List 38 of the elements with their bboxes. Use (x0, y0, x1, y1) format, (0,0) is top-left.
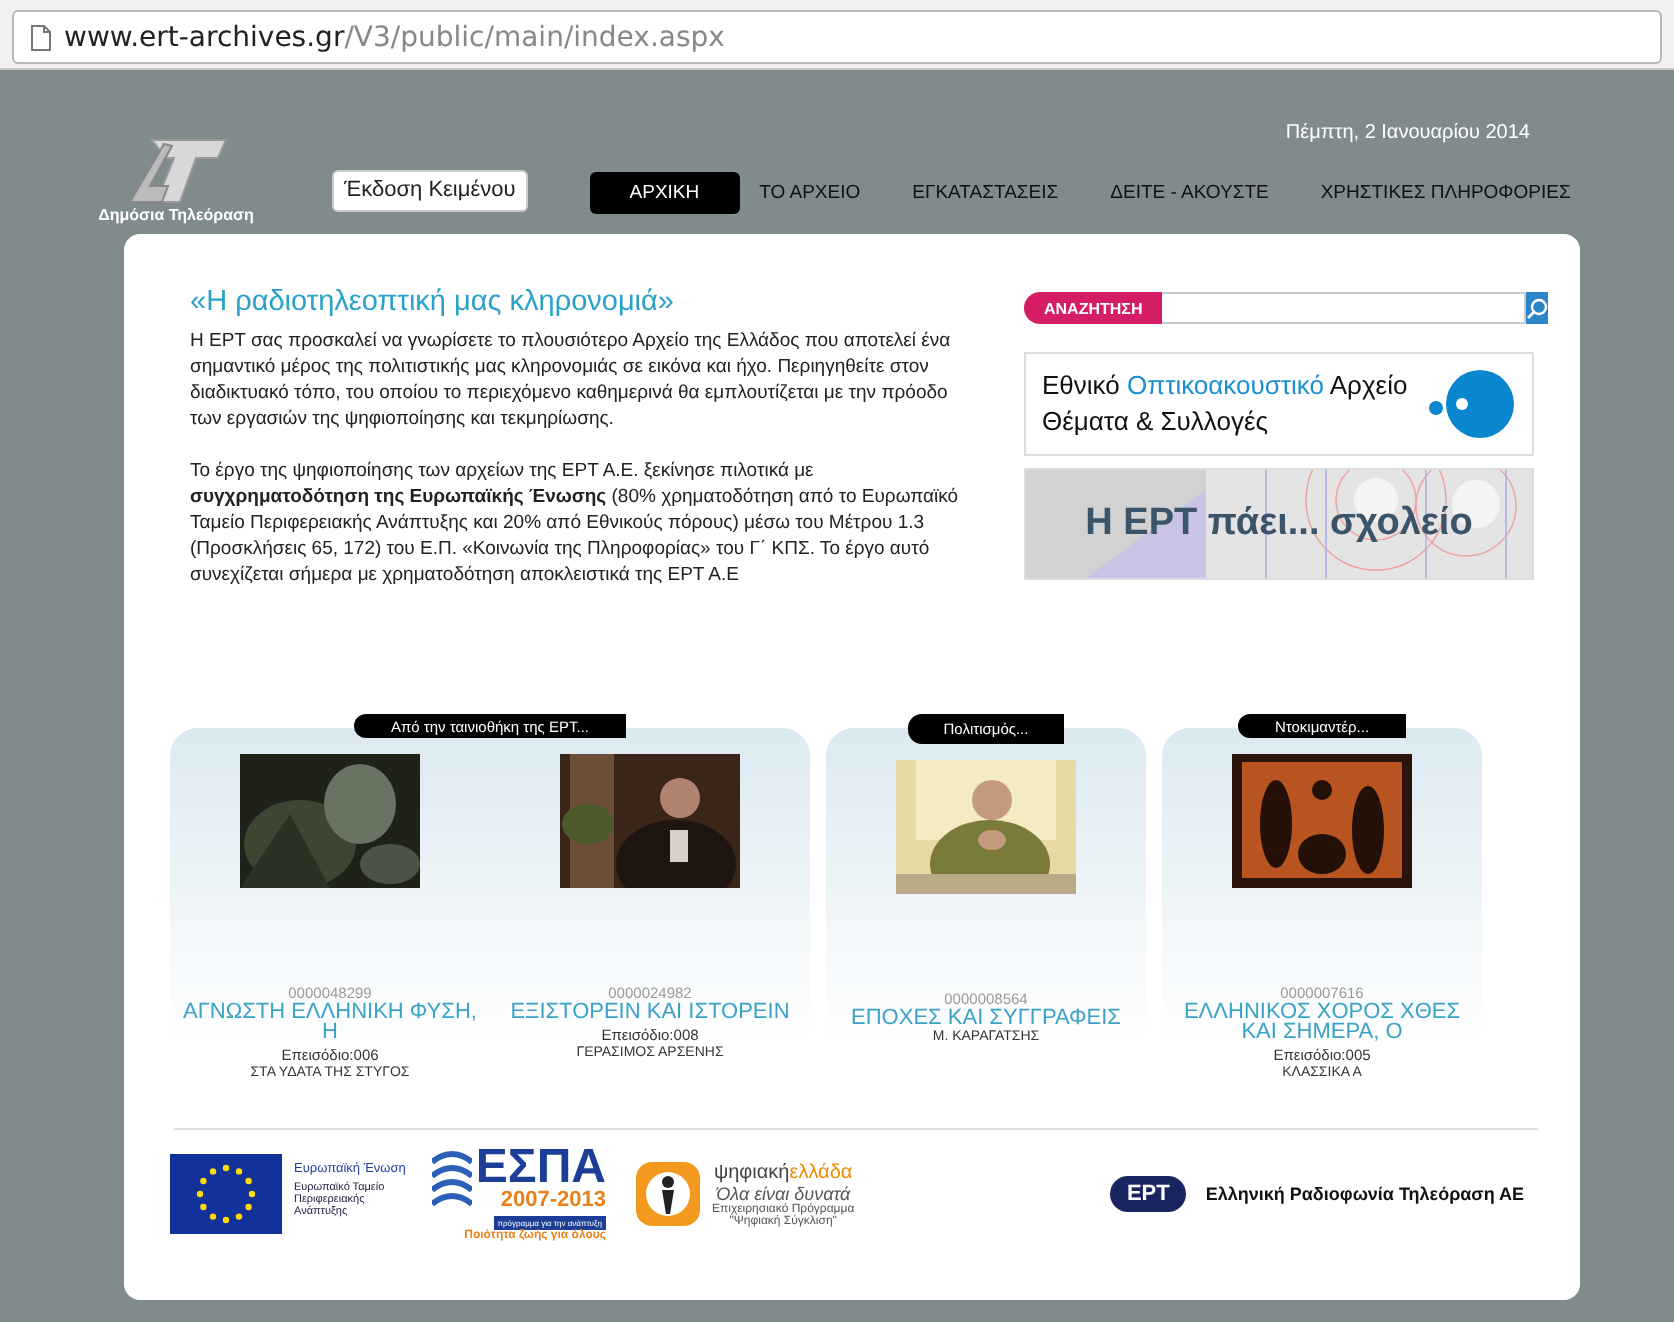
logo-caption: Δημόσια Τηλεόραση (98, 206, 254, 224)
banner-title: Εθνικό Οπτικοακουστικό Αρχείο (1042, 368, 1408, 404)
banner-title: Η ΕΡΤ πάει... σχολείο (1083, 502, 1475, 546)
text-version-button[interactable]: Έκδοση Κειμένου (332, 170, 528, 212)
video-title[interactable]: ΕΠΟΧΕΣ ΚΑΙ ΣΥΓΓΡΑΦΕΙΣ (836, 1008, 1136, 1028)
ert-logo: ΕΡΤ (1110, 1176, 1186, 1212)
espa-logo-text: ΕΣΠΑ (475, 1146, 606, 1190)
address-field[interactable]: www.ert-archives.gr/V3/public/main/index.aspx (12, 10, 1662, 64)
intro-title: «Η ραδιοτηλεοπτική μας κληρονομιά» (190, 290, 676, 316)
search-button[interactable] (1526, 292, 1549, 324)
intro-paragraph: Η ΕΡΤ σας προσκαλεί να γνωρίσετε το πλουσιότερο Αρχείο της Ελλάδος που αποτελεί ένα σημαντικό μέρος της πολιτιστικής μας κληρονομιάς σε εικόνα και ήχο. Περιηγηθείτε στον διαδικτυακό τόπο, του οποίου το περιεχόμενο καθημερινά θα εμπλουτίζεται με την πρόοδο των εργασιών της ψηφιοποίησης και τεκμηρίωσης. (190, 328, 953, 432)
video-title[interactable]: ΕΛΛΗΝΙΚΟΣ ΧΟΡΟΣ ΧΘΕΣ ΚΑΙ ΣΗΜΕΡΑ, Ο (1172, 1002, 1472, 1042)
video-title[interactable]: ΕΞΙΣΤΟΡΕΙΝ ΚΑΙ ΙΣΤΟΡΕΙΝ (500, 1002, 800, 1022)
logo-icon (124, 136, 228, 204)
eu-flag-icon (170, 1154, 282, 1234)
intro-paragraph: Το έργο της ψηφιοποίησης των αρχείων της ΕΡΤ Α.Ε. ξεκίνησε πιλοτικά με συγχρηματοδότηση της Ευρωπαϊκής Ένωσης (80% χρηματοδότηση από το Ευρωπαϊκό Ταμείο Περιφερειακής Ανάπτυξης και 20% από Εθνικούς πόρους) μέσω του Μέτρου 1.3 (Προσκλήσεις 65, 172) του Ε.Π. «Κοινωνία της Πληροφορίας» του Γ΄ ΚΠΣ. Το έργο αυτό συνεχίζεται σήμερα με χρηματοδότηση αποκλειστικά της ΕΡΤ Α.Ε (190, 458, 960, 588)
date-text: Πέμπτη, 2 Ιανουαρίου 2014 (1285, 122, 1530, 144)
page-icon (30, 23, 52, 51)
ert-name: Ελληνική Ραδιοφωνία Τηλεόραση ΑΕ (1205, 1184, 1524, 1204)
digital-greece-motto: Όλα είναι δυνατά (716, 1183, 851, 1203)
waves-icon (431, 1149, 472, 1209)
search-icon (1526, 297, 1549, 319)
nav-tab[interactable]: ΧΡΗΣΤΙΚΕΣ ΠΛΗΡΟΦΟΡΙΕΣ (1300, 172, 1591, 214)
nav-tab[interactable]: ΕΓΚΑΤΑΣΤΑΣΕΙΣ (892, 172, 1079, 214)
url-text: www.ert-archives.gr/V3/public/main/index.aspx (64, 21, 725, 53)
search-label: ΑΝΑΖΗΤΗΣΗ (1024, 292, 1163, 324)
video-title[interactable]: ΑΓΝΩΣΤΗ ΕΛΛΗΝΙΚΗ ΦΥΣΗ, Η (180, 1002, 480, 1042)
banner-subtitle: Θέματα & Συλλογές (1042, 404, 1271, 440)
circles-icon (1428, 368, 1516, 440)
school-banner[interactable]: Η ΕΡΤ πάει... σχολείο (1024, 468, 1534, 580)
espa-years: 2007-2013 (500, 1190, 606, 1212)
digital-greece-logo-text: ψηφιακήελλάδα (713, 1161, 853, 1183)
nav-tab[interactable]: ΑΡΧΙΚΗ (589, 172, 740, 214)
nav-tab[interactable]: ΤΟ ΑΡΧΕΙΟ (739, 172, 881, 214)
archive-banner[interactable]: Εθνικό Οπτικοακουστικό Αρχείο Θέματα & Συλλογές (1024, 352, 1534, 456)
nav-tab[interactable]: ΔΕΙΤΕ - ΑΚΟΥΣΤΕ (1090, 172, 1289, 214)
search-field[interactable] (1162, 292, 1527, 324)
figure-icon (634, 1160, 702, 1228)
